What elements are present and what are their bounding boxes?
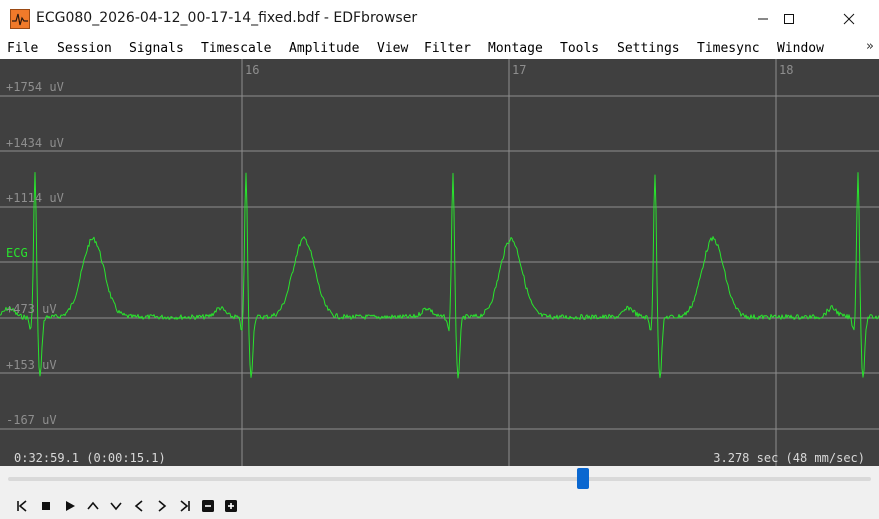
step-back-icon xyxy=(134,500,143,512)
timescale-info: 3.278 sec (48 mm/sec) xyxy=(713,451,865,465)
page-down-icon xyxy=(110,502,122,511)
close-icon xyxy=(843,13,855,25)
menu-signals[interactable]: Signals xyxy=(129,41,184,56)
page-down-button[interactable] xyxy=(105,495,127,517)
amplitude-label: +1114 uV xyxy=(6,191,64,205)
edfbrowser-app-icon xyxy=(10,9,30,29)
page-up-icon xyxy=(87,501,99,510)
play-icon xyxy=(66,501,75,511)
app-window: ECG080_2026-04-12_00-17-14_fixed.bdf - E… xyxy=(0,0,879,519)
skip-to-end-button[interactable] xyxy=(174,495,196,517)
zoom-out-icon xyxy=(202,500,214,512)
scrollbar-thumb[interactable] xyxy=(577,468,589,489)
menu-timescale[interactable]: Timescale xyxy=(201,41,271,56)
zoom-in-icon xyxy=(225,500,237,512)
menu-bar: File Session Signals Timescale Amplitude… xyxy=(0,38,879,59)
maximize-icon xyxy=(784,14,794,24)
stop-button[interactable] xyxy=(35,495,57,517)
menu-session[interactable]: Session xyxy=(57,41,112,56)
signal-display[interactable]: 16 17 18 +1754 uV +1434 uV +1114 uV +473… xyxy=(0,59,879,466)
close-button[interactable] xyxy=(826,0,872,38)
title-bar[interactable]: ECG080_2026-04-12_00-17-14_fixed.bdf - E… xyxy=(0,0,879,38)
scrollbar-track[interactable] xyxy=(8,477,871,481)
menu-window[interactable]: Window xyxy=(777,41,824,56)
zoom-in-button[interactable] xyxy=(220,495,242,517)
step-forward-icon xyxy=(158,500,167,512)
time-mark-16: 16 xyxy=(245,63,260,77)
menu-settings[interactable]: Settings xyxy=(617,41,680,56)
time-mark-17: 17 xyxy=(512,63,527,77)
skip-to-start-icon xyxy=(17,500,27,512)
stop-icon xyxy=(42,502,50,510)
ecg-trace xyxy=(0,172,879,379)
amplitude-label: +1434 uV xyxy=(6,136,64,150)
channel-label-ecg[interactable]: ECG xyxy=(6,246,28,260)
skip-to-end-icon xyxy=(180,500,190,512)
time-mark-18: 18 xyxy=(779,63,794,77)
page-up-button[interactable] xyxy=(82,495,104,517)
amplitude-label: +153 uV xyxy=(6,358,57,372)
step-back-button[interactable] xyxy=(128,495,150,517)
amplitude-label: +473 uV xyxy=(6,302,57,316)
menu-filter[interactable]: Filter xyxy=(424,41,471,56)
menu-timesync[interactable]: Timesync xyxy=(697,41,760,56)
navigation-toolbar xyxy=(0,492,879,519)
play-button[interactable] xyxy=(59,495,81,517)
grid-lines xyxy=(0,59,879,466)
window-title: ECG080_2026-04-12_00-17-14_fixed.bdf - E… xyxy=(36,10,418,26)
zoom-out-button[interactable] xyxy=(197,495,219,517)
amplitude-label: +1754 uV xyxy=(6,80,64,94)
menu-file[interactable]: File xyxy=(7,41,38,56)
amplitude-label: -167 uV xyxy=(6,413,57,427)
menu-montage[interactable]: Montage xyxy=(488,41,543,56)
signal-canvas xyxy=(0,59,879,466)
menu-overflow-icon[interactable]: » xyxy=(866,39,874,54)
skip-to-start-button[interactable] xyxy=(11,495,33,517)
recording-time: 0:32:59.1 (0:00:15.1) xyxy=(14,451,166,465)
menu-amplitude[interactable]: Amplitude xyxy=(289,41,359,56)
menu-tools[interactable]: Tools xyxy=(560,41,599,56)
time-scrollbar[interactable] xyxy=(0,466,879,492)
step-forward-button[interactable] xyxy=(151,495,173,517)
maximize-button[interactable] xyxy=(766,0,812,38)
menu-view[interactable]: View xyxy=(377,41,408,56)
